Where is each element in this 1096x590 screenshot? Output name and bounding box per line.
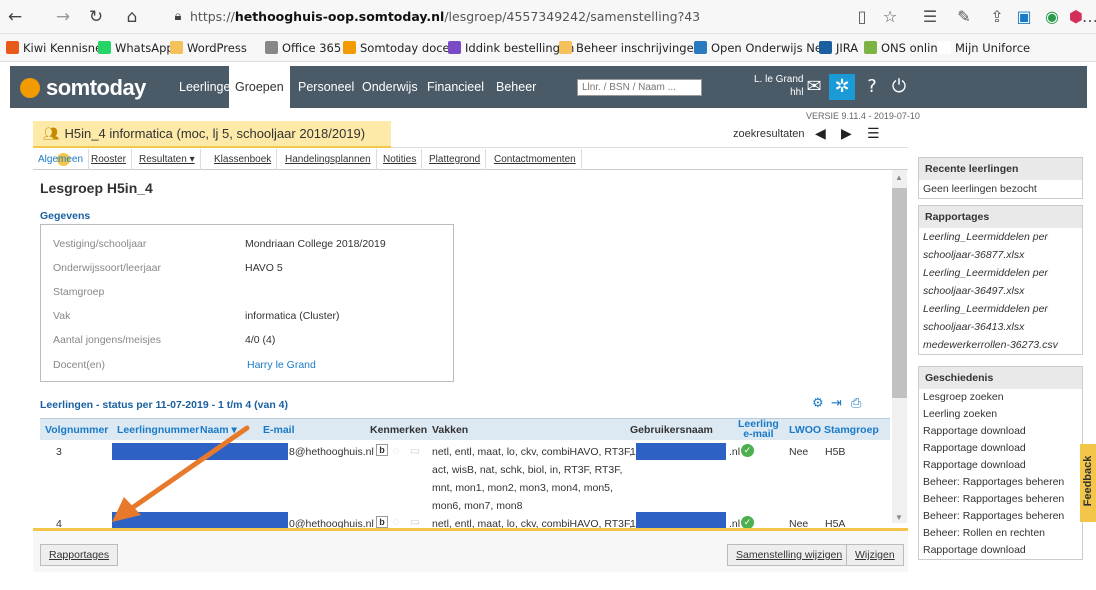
recent-students-panel: Recente leerlingen Geen leerlingen bezoc… bbox=[918, 157, 1083, 199]
scrollbar-thumb[interactable] bbox=[892, 188, 907, 398]
feedback-tab[interactable]: Feedback bbox=[1080, 444, 1096, 522]
report-link[interactable]: schooljaar-36413.xlsx bbox=[919, 318, 1082, 336]
panel-title: Geschiedenis bbox=[919, 367, 1082, 389]
report-link[interactable]: Leerling_Leermiddelen per bbox=[919, 228, 1082, 246]
report-link[interactable]: Leerling_Leermiddelen per bbox=[919, 264, 1082, 282]
history-item[interactable]: Beheer: Rapportages beheren bbox=[919, 474, 1082, 491]
samenstelling-wijzigen-button[interactable]: Samenstelling wijzigen bbox=[727, 544, 852, 566]
scroll-down-icon[interactable]: ▼ bbox=[895, 513, 903, 522]
panel-title: Recente leerlingen bbox=[919, 158, 1082, 180]
history-item[interactable]: Rapportage download bbox=[919, 457, 1082, 474]
history-item[interactable]: Lesgroep zoeken bbox=[919, 389, 1082, 406]
panel-empty-text: Geen leerlingen bezocht bbox=[923, 183, 1037, 195]
report-link[interactable]: medewerkerrollen-36273.csv bbox=[919, 336, 1082, 354]
report-link[interactable]: schooljaar-36497.xlsx bbox=[919, 282, 1082, 300]
report-link[interactable]: schooljaar-36877.xlsx bbox=[919, 246, 1082, 264]
history-item[interactable]: Rapportage download bbox=[919, 542, 1082, 559]
footer-bar: Rapportages Samenstelling wijzigen Wijzi… bbox=[33, 528, 908, 572]
history-panel: Geschiedenis Lesgroep zoeken Leerling zo… bbox=[918, 366, 1083, 560]
panel-title: Rapportages bbox=[919, 206, 1082, 228]
history-item[interactable]: Rapportage download bbox=[919, 423, 1082, 440]
history-item[interactable]: Leerling zoeken bbox=[919, 406, 1082, 423]
history-item[interactable]: Beheer: Rapportages beheren bbox=[919, 491, 1082, 508]
history-item[interactable]: Beheer: Rollen en rechten bbox=[919, 525, 1082, 542]
report-link[interactable]: Leerling_Leermiddelen per bbox=[919, 300, 1082, 318]
scroll-up-icon[interactable]: ▲ bbox=[895, 173, 903, 182]
rapportages-button[interactable]: Rapportages bbox=[40, 544, 119, 566]
history-item[interactable]: Rapportage download bbox=[919, 440, 1082, 457]
history-item[interactable]: Beheer: Rapportages beheren bbox=[919, 508, 1082, 525]
feedback-label: Feedback bbox=[1082, 455, 1094, 507]
rapportages-panel: Rapportages Leerling_Leermiddelen per sc… bbox=[918, 205, 1083, 355]
wijzigen-button[interactable]: Wijzigen bbox=[846, 544, 904, 566]
